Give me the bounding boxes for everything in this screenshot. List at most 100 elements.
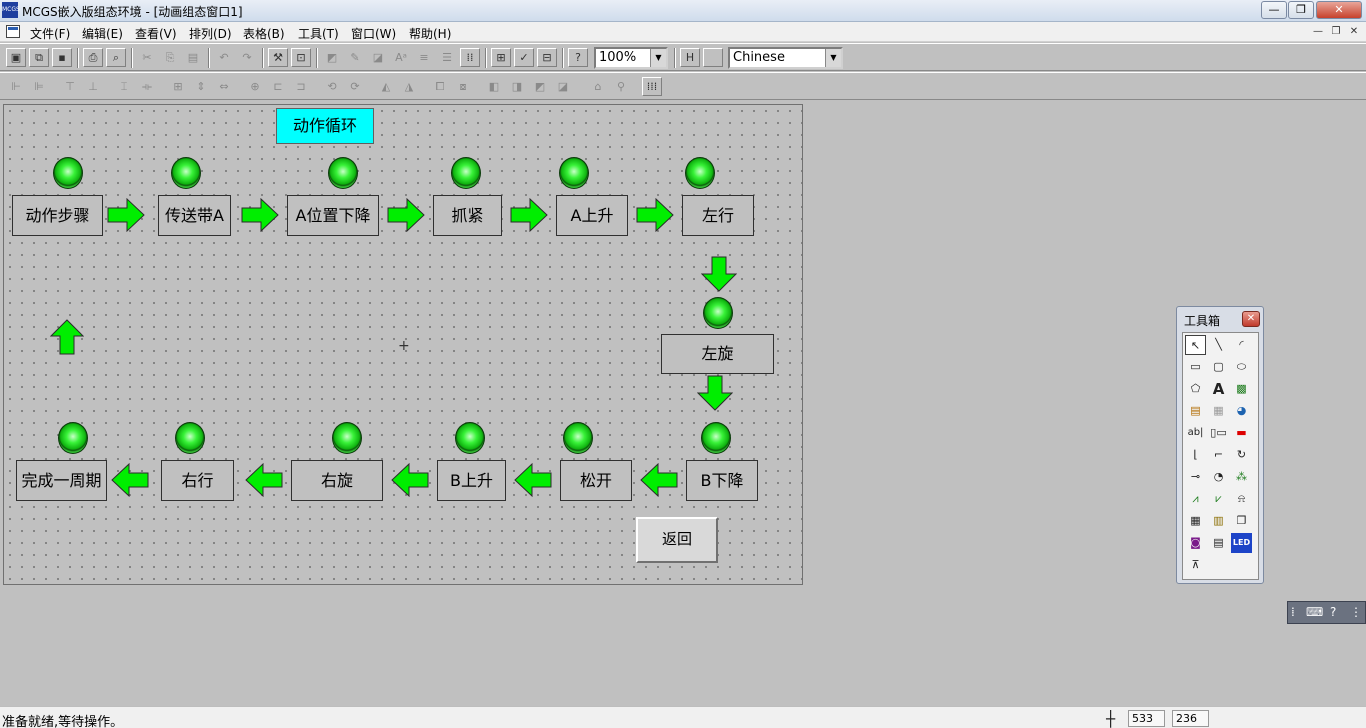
indicator-lamp[interactable] [328, 157, 358, 189]
distribute-h-icon[interactable]: ⊏ [268, 77, 288, 96]
same-size-icon[interactable]: ⊞ [168, 77, 188, 96]
menu-window[interactable]: 窗口(W) [351, 25, 396, 42]
arrow-left-icon[interactable] [640, 463, 678, 497]
keyboard-icon[interactable]: ⌨ [1306, 605, 1323, 619]
cut-icon[interactable]: ✂ [137, 48, 157, 67]
help-pointer-icon[interactable]: ? [568, 48, 588, 67]
arrow-right-icon[interactable] [510, 198, 548, 232]
close-button[interactable]: ✕ [1316, 1, 1362, 19]
flip-vertical-icon[interactable]: ◮ [399, 77, 419, 96]
grid-icon[interactable]: ⁞⁞ [460, 48, 480, 67]
step-label-box[interactable]: A上升 [556, 195, 628, 236]
step-label-box[interactable]: B下降 [686, 460, 758, 501]
maximize-button[interactable]: ❐ [1288, 1, 1314, 19]
rectangle-tool-icon[interactable]: ▭ [1185, 357, 1206, 377]
align-top-icon[interactable]: ⊤ [60, 77, 80, 96]
align-right-icon[interactable]: ⊫ [29, 77, 49, 96]
bitmap-tool-icon[interactable]: ▩ [1231, 379, 1252, 399]
properties-icon[interactable]: ⊞ [491, 48, 511, 67]
realtime-curve-tool-icon[interactable]: ⩘ [1185, 489, 1206, 509]
menu-tools[interactable]: 工具(T) [298, 25, 339, 42]
ungroup-icon[interactable]: ⧇ [453, 77, 473, 96]
new-window-icon[interactable]: ▣ [6, 48, 26, 67]
drag-handle-icon[interactable]: ⁞ [1291, 605, 1295, 619]
forward-icon[interactable]: ◩ [530, 77, 550, 96]
document-window-icon[interactable] [6, 25, 20, 38]
center-vertical-icon[interactable]: ⌶ [114, 77, 134, 96]
indicator-lamp[interactable] [53, 157, 83, 189]
subwindow-tool-icon[interactable]: ❐ [1231, 511, 1252, 531]
print-icon[interactable]: ⎙ [83, 48, 103, 67]
arrow-right-icon[interactable] [387, 198, 425, 232]
arrow-left-icon[interactable] [245, 463, 283, 497]
flip-horizontal-icon[interactable]: ◭ [376, 77, 396, 96]
indicator-lamp[interactable] [171, 157, 201, 189]
rotate-left-icon[interactable]: ⟲ [322, 77, 342, 96]
arrow-right-icon[interactable] [636, 198, 674, 232]
indicator-lamp[interactable] [685, 157, 715, 189]
frame-tool-icon[interactable]: ⊼ [1185, 555, 1206, 575]
step-label-box[interactable]: 松开 [560, 460, 632, 501]
language-icon[interactable]: H [680, 48, 700, 67]
same-height-icon[interactable]: ⇕ [191, 77, 211, 96]
custom-table-tool-icon[interactable]: ▥ [1208, 511, 1229, 531]
menu-table[interactable]: 表格(B) [243, 25, 285, 42]
copy-icon[interactable]: ⎘ [160, 48, 180, 67]
data-object-icon[interactable]: ⊟ [537, 48, 557, 67]
rounded-rect-tool-icon[interactable]: ▢ [1208, 357, 1229, 377]
check-icon[interactable]: ✓ [514, 48, 534, 67]
align-left-icon[interactable]: ⊩ [6, 77, 26, 96]
backward-icon[interactable]: ◪ [553, 77, 573, 96]
alarm-tool-icon[interactable]: ⍾ [1231, 489, 1252, 509]
chevron-down-icon[interactable]: ▼ [825, 49, 841, 67]
indicator-lamp[interactable] [455, 422, 485, 454]
line-width-icon[interactable]: ☰ [437, 48, 457, 67]
undo-icon[interactable]: ↶ [214, 48, 234, 67]
group-icon[interactable]: ⧠ [430, 77, 450, 96]
arrow-down-icon[interactable] [697, 375, 733, 411]
fill-color-icon[interactable]: ◩ [322, 48, 342, 67]
grid-toggle-icon[interactable]: ⁞⁞⁞ [642, 77, 662, 96]
step-label-box[interactable]: 左行 [682, 195, 754, 236]
font-color-icon[interactable]: ◪ [368, 48, 388, 67]
indicator-lamp[interactable] [563, 422, 593, 454]
menu-arrange[interactable]: 排列(D) [189, 25, 232, 42]
step-label-box[interactable]: B上升 [437, 460, 506, 501]
line-tool-icon[interactable]: ╲ [1208, 335, 1229, 355]
mdi-minimize-button[interactable]: — [1310, 25, 1326, 39]
gauge-tool-icon[interactable]: ◔ [1208, 467, 1229, 487]
arrow-left-icon[interactable] [111, 463, 149, 497]
history-curve-tool-icon[interactable]: ⩗ [1208, 489, 1229, 509]
menu-help[interactable]: 帮助(H) [409, 25, 451, 42]
help-circle-icon[interactable]: ? [1330, 605, 1336, 619]
connector-tool-icon[interactable]: ⌐ [1208, 445, 1229, 465]
step-label-box[interactable]: 右行 [161, 460, 234, 501]
library-tool-icon[interactable]: ▦ [1208, 401, 1229, 421]
menu-view[interactable]: 查看(V) [135, 25, 177, 42]
step-label-box[interactable]: 动作步骤 [12, 195, 103, 236]
step-label-box[interactable]: 右旋 [291, 460, 383, 501]
minimize-button[interactable]: — [1261, 1, 1287, 19]
blank-tool-icon[interactable] [703, 48, 723, 67]
polygon-tool-icon[interactable]: ⬠ [1185, 379, 1206, 399]
back-button[interactable]: 返回 [636, 517, 718, 563]
language-select[interactable]: Chinese ▼ [728, 47, 843, 69]
storage-tool-icon[interactable]: ▤ [1208, 533, 1229, 553]
arrow-left-icon[interactable] [514, 463, 552, 497]
save-icon[interactable]: ▪ [52, 48, 72, 67]
line-style-icon[interactable]: ≡ [414, 48, 434, 67]
toolbox-close-button[interactable]: ✕ [1242, 311, 1260, 327]
redo-icon[interactable]: ↷ [237, 48, 257, 67]
menu-edit[interactable]: 编辑(E) [82, 25, 123, 42]
indicator-lamp[interactable] [58, 422, 88, 454]
menu-file[interactable]: 文件(F) [30, 25, 70, 42]
step-label-box[interactable]: 抓紧 [433, 195, 502, 236]
toolbox-toggle-icon[interactable]: ⊡ [291, 48, 311, 67]
flow-block-tool-icon[interactable]: ▤ [1185, 401, 1206, 421]
line-color-icon[interactable]: ✎ [345, 48, 365, 67]
send-back-icon[interactable]: ◨ [507, 77, 527, 96]
ellipse-tool-icon[interactable]: ⬭ [1231, 357, 1252, 377]
animation-title-label[interactable]: 动作循环 [276, 108, 374, 144]
indicator-lamp[interactable] [559, 157, 589, 189]
text-tool-icon[interactable]: A [1208, 379, 1229, 399]
